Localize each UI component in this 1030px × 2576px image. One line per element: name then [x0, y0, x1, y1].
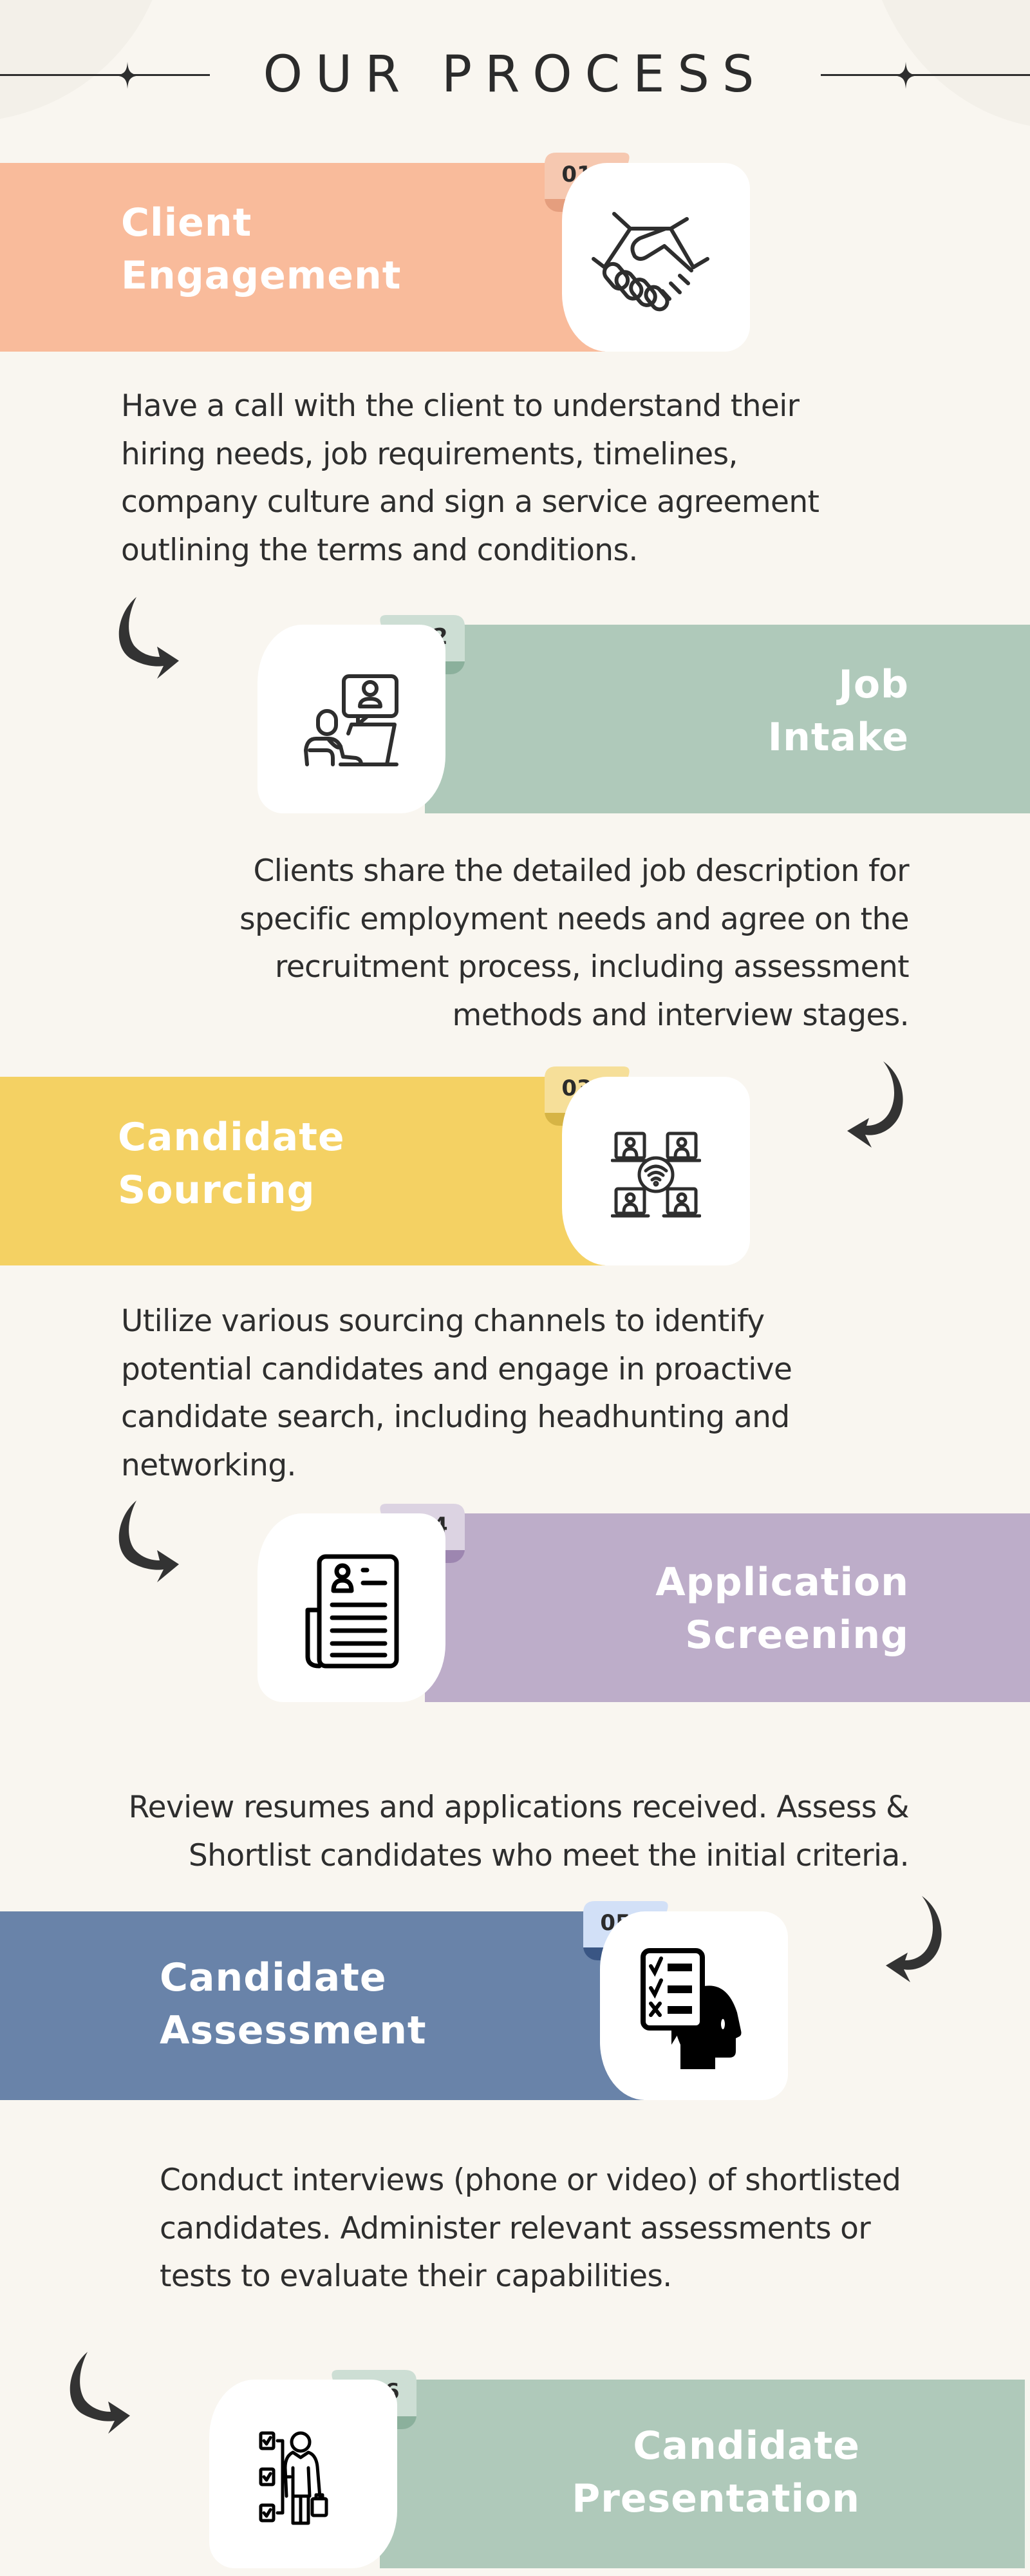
network-people-icon: [611, 1132, 701, 1218]
candidate-checklist-icon: [259, 2431, 328, 2525]
step-icon-card-3: [562, 1077, 750, 1265]
handshake-icon: [592, 212, 709, 312]
curved-arrow-down-right-icon: [70, 2352, 130, 2434]
description-line: Conduct interviews (phone or video) of s…: [160, 2163, 901, 2198]
description-line: company culture and sign a service agree…: [121, 484, 819, 520]
step-title-line: Job: [838, 662, 909, 707]
step-title-line: Assessment: [160, 2008, 427, 2053]
description-line: specific employment needs and agree on t…: [239, 901, 910, 937]
step-description-4: Review resumes and applications received…: [128, 1784, 910, 1880]
step-description-1: Have a call with the client to understan…: [121, 383, 819, 574]
step-description-2: Clients share the detailed job descripti…: [239, 848, 910, 1039]
step-icon-card-4: [258, 1513, 445, 1702]
curved-arrow-down-right-icon: [118, 597, 179, 679]
step-title-5: Candidate Assessment: [160, 1951, 427, 2057]
step-title-line: Engagement: [121, 253, 402, 298]
step-icon-card-1: [562, 163, 750, 352]
step-title-line: Candidate: [160, 1955, 387, 2000]
description-line: methods and interview stages.: [452, 997, 910, 1033]
step-description-3: Utilize various sourcing channels to ide…: [121, 1298, 792, 1490]
description-line: Shortlist candidates who meet the initia…: [188, 1837, 910, 1873]
step-title-1: Client Engagement: [121, 196, 401, 302]
head-checklist-icon: [641, 1948, 742, 2070]
description-line: Utilize various sourcing channels to ide…: [121, 1303, 765, 1339]
description-line: networking.: [121, 1447, 296, 1483]
description-line: Have a call with the client to understan…: [121, 388, 800, 424]
step-title-4: Application Screening: [655, 1556, 909, 1662]
description-line: Review resumes and applications received…: [128, 1790, 910, 1825]
description-line: hiring needs, job requirements, timeline…: [121, 436, 738, 472]
curved-arrow-down-left-icon: [886, 1896, 942, 1982]
step-icon-card-5: [600, 1911, 788, 2100]
video-call-person-icon: [304, 674, 398, 767]
description-line: outlining the terms and conditions.: [121, 532, 638, 568]
curved-arrow-down-right-icon: [118, 1501, 179, 1582]
curved-arrow-down-left-icon: [847, 1061, 903, 1148]
page-title: OUR PROCESS: [263, 46, 767, 104]
step-title-6: Candidate Presentation: [572, 2420, 860, 2525]
description-line: candidate search, including headhunting …: [121, 1399, 790, 1435]
step-title-line: Candidate: [118, 1115, 345, 1160]
resume-document-icon: [305, 1554, 399, 1669]
step-title-line: Sourcing: [118, 1168, 315, 1213]
step-description-5: Conduct interviews (phone or video) of s…: [160, 2157, 901, 2301]
step-title-line: Screening: [685, 1613, 909, 1658]
step-title-3: Candidate Sourcing: [118, 1111, 345, 1217]
step-title-line: Intake: [767, 715, 909, 760]
step-title-line: Presentation: [572, 2476, 860, 2521]
step-title-line: Client: [121, 200, 252, 245]
step-icon-card-2: [258, 625, 445, 813]
step-title-line: Application: [655, 1560, 909, 1605]
description-line: tests to evaluate their capabilities.: [160, 2259, 672, 2294]
step-title-2: Job Intake: [768, 658, 909, 764]
description-line: candidates. Administer relevant assessme…: [160, 2210, 871, 2246]
description-line: recruitment process, including assessmen…: [275, 949, 910, 985]
step-icon-card-6: [209, 2380, 397, 2568]
step-title-line: Candidate: [633, 2423, 860, 2468]
description-line: Clients share the detailed job descripti…: [253, 853, 910, 889]
description-line: potential candidates and engage in proac…: [121, 1351, 792, 1387]
step-banner-2: [425, 625, 1030, 813]
